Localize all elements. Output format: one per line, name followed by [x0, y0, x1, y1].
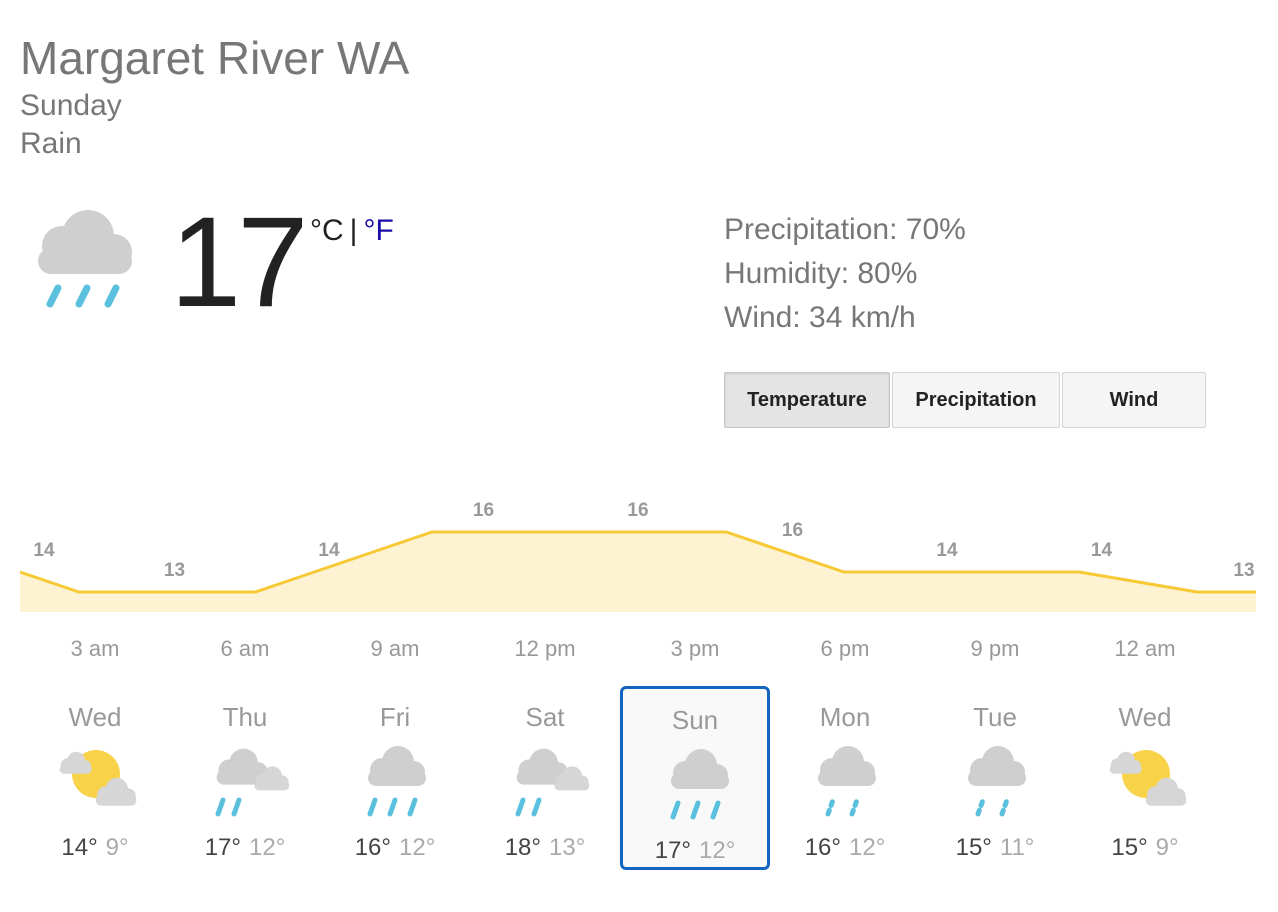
forecast-temps: 14° 9°: [20, 834, 170, 862]
partly-cloudy-icon: [59, 750, 137, 806]
high-temp: 16°: [804, 834, 841, 861]
low-temp: 12°: [249, 834, 286, 861]
forecast-temps: 15° 9°: [1070, 834, 1220, 862]
rain-icon: [367, 746, 426, 817]
low-temp: 13°: [549, 834, 586, 861]
hour-label: 9 am: [370, 636, 420, 661]
high-temp: 17°: [204, 834, 241, 861]
unit-fahrenheit-link[interactable]: °F: [363, 214, 393, 247]
forecast-day-thu[interactable]: Thu 17° 12°: [170, 686, 320, 870]
forecast-temps: 16° 12°: [320, 834, 470, 862]
condition-label: Rain: [20, 127, 82, 160]
weather-stats: Precipitation: 70% Humidity: 80% Wind: 3…: [724, 208, 966, 340]
hour-label: 12 am: [1114, 636, 1176, 661]
high-temp: 15°: [955, 834, 992, 861]
forecast-day-name: Fri: [379, 702, 411, 732]
hour-label: 6 pm: [820, 636, 870, 661]
unit-switcher: °C | °F: [310, 214, 394, 248]
hour-label: 9 pm: [970, 636, 1020, 661]
unit-separator: |: [349, 214, 358, 247]
rain-icon: [38, 210, 132, 308]
showers-icon: [515, 748, 590, 817]
current-temperature: 17: [170, 191, 308, 334]
chart-tabs: Temperature Precipitation Wind: [724, 372, 1208, 428]
low-temp: 12°: [849, 834, 886, 861]
forecast-day-wed[interactable]: Wed 14° 9°: [20, 686, 170, 870]
high-temp: 14°: [61, 834, 98, 861]
low-temp: 9°: [105, 834, 129, 861]
temperature-label: 14: [318, 540, 340, 561]
forecast-temps: 17° 12°: [623, 837, 767, 865]
temperature-chart: 14 13 14 16 16 16 14 14 13: [20, 500, 1256, 612]
temperature-label: 16: [627, 500, 648, 521]
hour-label: 6 am: [220, 636, 270, 661]
hour-axis: 3 am 6 am 9 am 12 pm 3 pm 6 pm 9 pm 12 am: [20, 636, 1256, 666]
hour-label: 3 am: [70, 636, 120, 661]
rain-icon: [670, 749, 729, 820]
unit-celsius: °C: [310, 214, 344, 247]
low-temp: 12°: [699, 837, 736, 864]
temperature-label: 13: [164, 560, 185, 581]
temperature-label: 14: [1091, 540, 1113, 561]
forecast-day-name: Sun: [671, 705, 719, 735]
high-temp: 15°: [1111, 834, 1148, 861]
hour-label: 3 pm: [670, 636, 720, 661]
forecast-temps: 17° 12°: [170, 834, 320, 862]
hour-label: 12 pm: [514, 636, 576, 661]
partly-cloudy-icon: [1109, 750, 1187, 806]
showers-icon: [215, 748, 290, 817]
forecast-temps: 16° 12°: [770, 834, 920, 862]
day-label: Sunday: [20, 89, 122, 122]
forecast-day-tue[interactable]: Tue 15° 11°: [920, 686, 1070, 870]
temperature-label: 14: [936, 540, 958, 561]
location-title: Margaret River WA: [20, 32, 410, 84]
wind-stat: Wind: 34 km/h: [724, 301, 916, 334]
forecast-day-sat[interactable]: Sat 18° 13°: [470, 686, 620, 870]
forecast-day-fri[interactable]: Fri 16° 12°: [320, 686, 470, 870]
forecast-day-name: Thu: [222, 702, 268, 732]
forecast-day-mon[interactable]: Mon 16° 12°: [770, 686, 920, 870]
high-temp: 18°: [504, 834, 541, 861]
tab-precipitation[interactable]: Precipitation: [892, 372, 1060, 428]
light-rain-icon: [818, 746, 876, 817]
forecast-day-sun[interactable]: Sun 17° 12°: [620, 686, 770, 870]
tab-temperature[interactable]: Temperature: [724, 372, 890, 428]
temperature-label: 14: [33, 540, 55, 561]
forecast-day-name: Tue: [973, 702, 1017, 732]
forecast-temps: 15° 11°: [920, 834, 1070, 862]
forecast-day-name: Sat: [525, 702, 565, 732]
forecast-day-name: Mon: [819, 702, 871, 732]
low-temp: 9°: [1155, 834, 1179, 861]
forecast-day-wed[interactable]: Wed 15° 9°: [1070, 686, 1220, 870]
temperature-label: 13: [1233, 560, 1254, 581]
forecast-day-name: Wed: [1118, 702, 1172, 732]
low-temp: 12°: [399, 834, 436, 861]
tab-wind[interactable]: Wind: [1062, 372, 1206, 428]
forecast-temps: 18° 13°: [470, 834, 620, 862]
high-temp: 16°: [354, 834, 391, 861]
humidity-stat: Humidity: 80%: [724, 257, 918, 290]
forecast-day-name: Wed: [68, 702, 122, 732]
temperature-label: 16: [782, 520, 803, 541]
precipitation-stat: Precipitation: 70%: [724, 213, 966, 246]
daily-forecast: Wed 14° 9° Thu 17° 12° Fri 16° 12° Sat 18° 13° Sun 17…: [20, 686, 1256, 870]
temperature-label: 16: [473, 500, 494, 521]
light-rain-icon: [968, 746, 1026, 817]
low-temp: 11°: [999, 834, 1035, 861]
high-temp: 17°: [654, 837, 691, 864]
